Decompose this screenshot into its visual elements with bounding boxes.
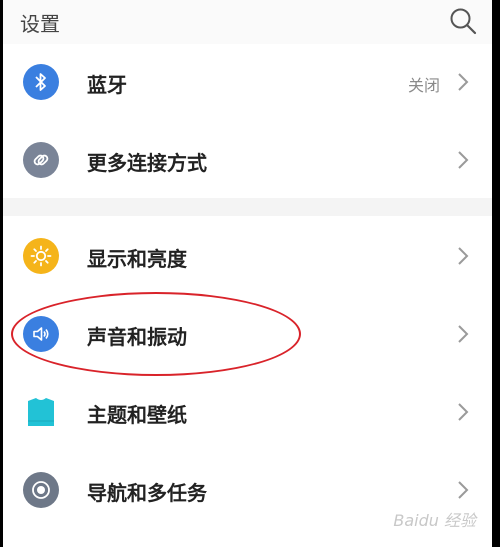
chevron-right-icon [458,403,469,421]
target-icon [23,472,59,508]
page-title: 设置 [20,12,60,36]
search-icon[interactable] [448,6,478,36]
settings-item-display[interactable]: 显示和亮度 [3,218,492,296]
settings-item-label: 显示和亮度 [87,247,187,271]
settings-screen: 设置 蓝牙 关闭 更多连接方式 显示和亮度 声音和振动 主题和壁纸 导航和多任务… [3,0,492,547]
settings-item-label: 主题和壁纸 [87,403,187,427]
settings-item-bluetooth[interactable]: 蓝牙 关闭 [3,44,492,122]
connections-group: 蓝牙 关闭 更多连接方式 [3,44,492,198]
settings-item-label: 导航和多任务 [87,481,207,505]
settings-item-label: 声音和振动 [87,325,187,349]
chevron-right-icon [458,481,469,499]
chevron-right-icon [458,151,469,169]
display-sound-group: 显示和亮度 声音和振动 主题和壁纸 导航和多任务 [3,216,492,547]
chevron-right-icon [458,73,469,91]
speaker-icon [23,316,59,352]
bluetooth-status: 关闭 [407,76,440,95]
settings-item-more-connections[interactable]: 更多连接方式 [3,122,492,200]
settings-item-label: 更多连接方式 [87,151,207,175]
settings-item-theme[interactable]: 主题和壁纸 [3,374,492,452]
shirt-icon [23,394,59,430]
chevron-right-icon [458,325,469,343]
watermark: Baidu 经验 [393,511,476,530]
sun-icon [23,238,59,274]
bluetooth-icon [23,64,59,100]
settings-item-sound[interactable]: 声音和振动 [3,296,492,374]
chevron-right-icon [458,247,469,265]
link-icon [23,142,59,178]
settings-item-label: 蓝牙 [87,73,127,97]
